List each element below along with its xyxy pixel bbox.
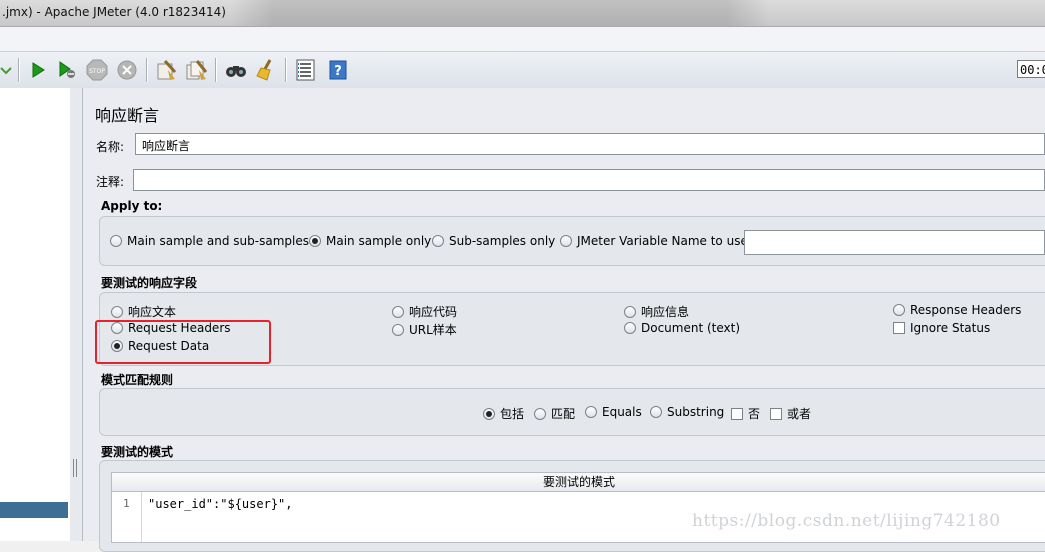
start-no-pauses-icon[interactable] [55,58,79,82]
window-title: .jmx) - Apache JMeter (4.0 r1823414) [2,5,226,19]
reset-search-icon[interactable] [254,58,278,82]
apply-sub-only-radio[interactable]: Sub-samples only [432,234,555,248]
radio-circle [585,406,597,418]
apply-main-and-sub-radio[interactable]: Main sample and sub-samples [110,234,309,248]
name-field[interactable]: 响应断言 [135,133,1045,155]
menu-bar [0,27,1045,52]
pane-splitter[interactable] [70,88,83,541]
toolbar: STOP ? [0,52,1045,89]
rule-not-checkbox[interactable]: 否 [731,405,760,422]
test-plan-tree[interactable] [0,88,71,541]
radio-label: Response Headers [910,303,1022,317]
radio-label: Substring [667,405,725,419]
svg-text:?: ? [334,64,342,79]
radio-circle-selected [309,235,321,247]
radio-circle [392,305,404,318]
checkbox-box [731,407,743,420]
variable-name-field[interactable] [744,230,1045,255]
checkbox-label: 或者 [787,407,812,421]
splitter-grip-icon [73,459,77,477]
radio-circle [392,323,404,336]
radio-label: 包括 [500,407,525,421]
radio-label: 响应信息 [641,305,690,319]
radio-circle [111,305,123,318]
help-icon[interactable]: ? [326,58,350,82]
radio-label: Main sample only [326,234,432,248]
rule-contains-radio[interactable]: 包括 [483,405,524,422]
name-label: 名称: [96,140,125,154]
toolbar-separator [215,58,217,82]
radio-circle [624,322,636,334]
title-bar-shadow [230,0,770,26]
stop-icon[interactable]: STOP [85,58,109,82]
elapsed-time-display: 00:00 [1017,60,1045,78]
radio-label: 响应文本 [128,305,177,319]
radio-label: 匹配 [551,407,576,421]
checkbox-box [893,322,905,334]
toolbar-separator [18,58,20,82]
rule-substring-radio[interactable]: Substring [650,405,724,419]
tree-selected-row[interactable] [0,502,68,518]
radio-circle-selected [483,407,495,420]
checkbox-box [770,407,782,420]
patterns-column-header[interactable]: 要测试的模式 [112,473,1045,492]
clear-icon[interactable] [154,58,178,82]
comments-field[interactable] [133,169,1045,191]
radio-circle [650,406,662,418]
title-bar: .jmx) - Apache JMeter (4.0 r1823414) [0,0,1045,27]
radio-label: Main sample and sub-samples [127,234,309,248]
field-response-message-radio[interactable]: 响应信息 [624,303,689,320]
field-response-text-radio[interactable]: 响应文本 [111,303,176,320]
field-url-sample-radio[interactable]: URL样本 [392,321,457,338]
line-number: 1 [112,492,142,542]
start-icon[interactable] [26,58,50,82]
rule-equals-radio[interactable]: Equals [585,405,642,419]
field-document-text-radio[interactable]: Document (text) [624,321,740,335]
svg-text:STOP: STOP [89,68,105,75]
assertion-panel: 响应断言 名称: 响应断言 注释: Apply to: Main sample … [83,88,1045,552]
apply-main-only-radio[interactable]: Main sample only [309,234,431,248]
patterns-table[interactable]: 要测试的模式 1 "user_id":"${user}", [111,472,1045,543]
radio-label: JMeter Variable Name to use [577,234,748,248]
apply-to-title: Apply to: [101,199,163,213]
annotation-highlight-box [95,320,271,364]
radio-label: Equals [602,405,642,419]
apply-variable-radio[interactable]: JMeter Variable Name to use [560,234,748,248]
radio-circle [432,235,444,247]
patterns-title: 要测试的模式 [101,445,174,459]
function-helper-icon[interactable] [294,58,318,82]
pattern-line[interactable]: "user_id":"${user}", [148,497,293,511]
checkbox-label: 否 [748,407,761,421]
comments-label: 注释: [96,175,125,189]
watermark: https://blog.csdn.net/lijing742180 [692,511,1001,531]
radio-label: Document (text) [641,321,741,335]
radio-label: Sub-samples only [449,234,556,248]
field-response-headers-radio[interactable]: Response Headers [893,303,1021,317]
toolbar-separator [285,58,287,82]
response-field-title: 要测试的响应字段 [101,276,198,290]
clear-all-icon[interactable] [184,58,208,82]
checkbox-label: Ignore Status [910,321,991,335]
rule-or-checkbox[interactable]: 或者 [770,405,811,422]
shutdown-icon[interactable] [115,58,139,82]
radio-label: 响应代码 [409,305,458,319]
ignore-status-checkbox[interactable]: Ignore Status [893,321,990,335]
rule-matches-radio[interactable]: 匹配 [534,405,575,422]
search-icon[interactable] [224,58,248,82]
radio-circle [534,407,546,420]
matching-rules-title: 模式匹配规则 [101,373,174,387]
field-response-code-radio[interactable]: 响应代码 [392,303,457,320]
expand-icon[interactable] [0,58,18,82]
toolbar-separator [146,58,148,82]
page-title: 响应断言 [95,106,160,125]
radio-circle [893,304,905,316]
radio-label: URL样本 [409,323,457,337]
radio-circle [110,235,122,247]
radio-circle [624,305,636,318]
radio-circle [560,235,572,247]
